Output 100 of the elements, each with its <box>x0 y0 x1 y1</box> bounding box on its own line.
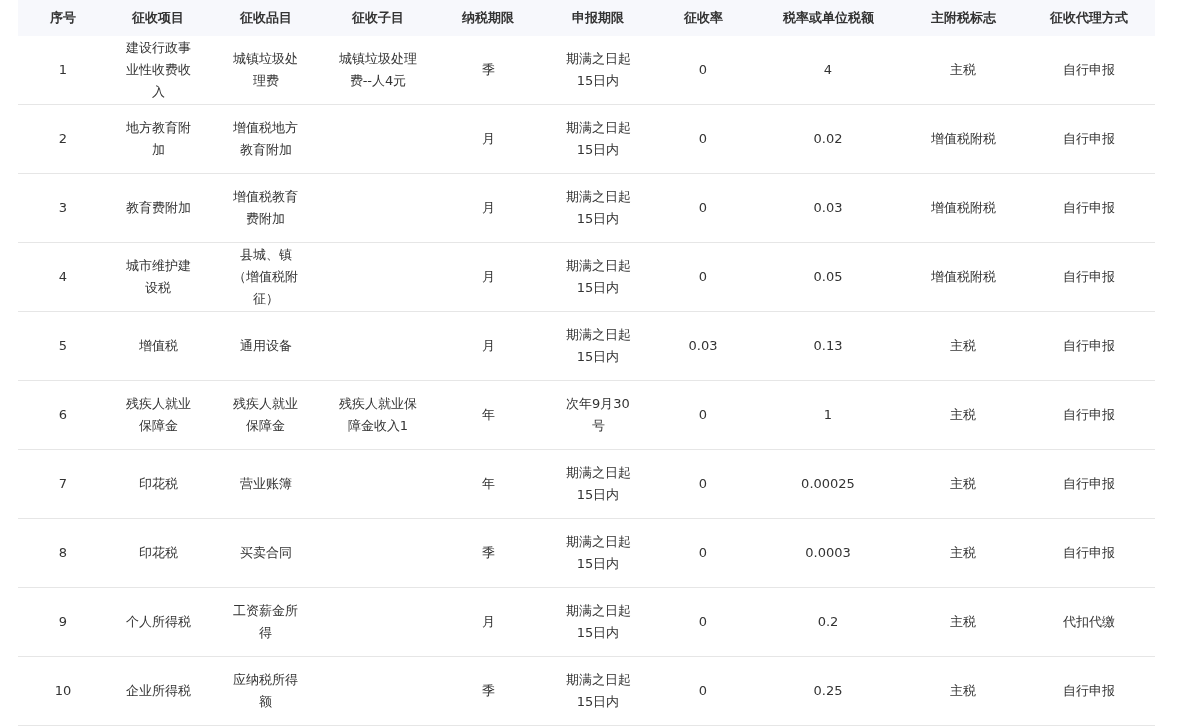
table-cell-text: 主税 <box>949 613 977 631</box>
table-cell-text: 季 <box>480 682 496 700</box>
table-cell-text: 教育费附加 <box>124 199 192 217</box>
table-cell-text: 主税 <box>949 475 977 493</box>
table-cell-text: 主税 <box>949 682 977 700</box>
table-cell-text: 残疾人就业保障金 <box>124 395 192 435</box>
table-cell-text: 期满之日起15日内 <box>564 671 632 711</box>
table-cell-text: 次年9月30号 <box>565 395 631 435</box>
table-cell-text: 残疾人就业保障金 <box>232 395 299 435</box>
table-cell-text: 季 <box>480 544 496 562</box>
table-cell-text: 月 <box>480 337 496 355</box>
table-cell-text: 通用设备 <box>238 337 293 355</box>
table-cell-text: 0.2 <box>816 613 840 631</box>
column-header: 申报期限 <box>543 0 653 36</box>
table-cell-text: 印花税 <box>137 544 179 562</box>
table-cell-text: 3 <box>57 199 69 217</box>
table-cell-text: 营业账簿 <box>238 475 293 493</box>
table-cell-text: 5 <box>57 337 69 355</box>
table-cell-text: 应纳税所得额 <box>232 671 299 711</box>
table-cell-text: 增值税教育费附加 <box>232 188 299 228</box>
table-cell-text: 期满之日起15日内 <box>564 188 632 228</box>
table-cell-text: 0 <box>697 406 709 424</box>
table-cell-text: 主税 <box>949 337 977 355</box>
table-cell-text: 自行申报 <box>1062 406 1116 424</box>
table-cell-text: 10 <box>53 682 73 700</box>
table-cell-text: 0 <box>697 613 709 631</box>
table-cell-text: 印花税 <box>137 475 179 493</box>
table-cell-text: 0.02 <box>812 130 844 148</box>
table-cell-text: 自行申报 <box>1062 130 1116 148</box>
table-cell-text: 期满之日起15日内 <box>564 602 632 642</box>
table-cell-text: 期满之日起15日内 <box>564 119 632 159</box>
table-cell-text: 增值税地方教育附加 <box>232 119 299 159</box>
table-cell-text: 企业所得税 <box>124 682 192 700</box>
table-cell-text: 年 <box>480 406 496 424</box>
column-header: 征收品目 <box>208 0 323 36</box>
column-header: 征收代理方式 <box>1023 0 1155 36</box>
column-header: 纳税期限 <box>433 0 543 36</box>
table-cell-text: 月 <box>480 199 496 217</box>
table-cell-text: 增值税 <box>137 337 179 355</box>
column-header: 征收率 <box>653 0 753 36</box>
table-cell-text: 0 <box>697 544 709 562</box>
table-cell-text: 2 <box>57 130 69 148</box>
table-cell-text: 期满之日起15日内 <box>564 464 632 504</box>
column-header: 序号 <box>18 0 108 36</box>
table-cell-text: 代扣代缴 <box>1062 613 1116 631</box>
table-cell-text: 0.03 <box>687 337 719 355</box>
table-cell-text: 主税 <box>949 61 977 79</box>
table-cell-text: 个人所得税 <box>124 613 192 631</box>
table-cell-text: 0 <box>697 475 709 493</box>
table-cell-text: 4 <box>57 268 69 286</box>
table-cell-text: 建设行政事业性收费收入 <box>124 39 192 101</box>
table-cell-text: 城镇垃圾处理费 <box>232 50 299 90</box>
table-cell-text: 月 <box>480 130 496 148</box>
table-cell-text: 自行申报 <box>1062 268 1116 286</box>
table-cell-text: 0 <box>697 682 709 700</box>
table-cell-text: 4 <box>822 61 834 79</box>
table-cell-text: 期满之日起15日内 <box>564 533 632 573</box>
table-cell-text: 0 <box>697 130 709 148</box>
table-cell-text: 0.25 <box>812 682 844 700</box>
table-cell-text: 期满之日起15日内 <box>564 50 632 90</box>
table-cell-text: 自行申报 <box>1062 199 1116 217</box>
table-cell-text: 自行申报 <box>1062 475 1116 493</box>
table-cell-text: 9 <box>57 613 69 631</box>
table-cell-text: 主税 <box>949 544 977 562</box>
table-cell-text: 城镇垃圾处理费--人4元 <box>338 50 418 90</box>
table-cell-text: 期满之日起15日内 <box>564 257 632 297</box>
table-cell-text: 县城、镇（增值税附征） <box>232 246 299 308</box>
table-cell-text: 自行申报 <box>1062 682 1116 700</box>
table-cell-text: 自行申报 <box>1062 61 1116 79</box>
table-cell-text: 年 <box>480 475 496 493</box>
table-cell-text: 8 <box>57 544 69 562</box>
table-cell-text: 0 <box>697 199 709 217</box>
column-header: 主附税标志 <box>903 0 1023 36</box>
table-cell-text: 季 <box>480 61 496 79</box>
table-cell-text: 0.05 <box>812 268 844 286</box>
table-cell-text: 主税 <box>949 406 977 424</box>
table-cell-text: 买卖合同 <box>238 544 293 562</box>
table-cell-text: 0.13 <box>812 337 844 355</box>
table-cell-text: 月 <box>480 268 496 286</box>
table-cell-text: 0.00025 <box>800 475 856 493</box>
table-cell-text: 增值税附税 <box>929 268 997 286</box>
table-cell-text: 期满之日起15日内 <box>564 326 632 366</box>
table-cell-text: 0 <box>697 268 709 286</box>
table-cell-text: 7 <box>57 475 69 493</box>
table-cell-text: 1 <box>57 61 69 79</box>
table-cell-text: 地方教育附加 <box>124 119 192 159</box>
table-cell-text: 自行申报 <box>1062 337 1116 355</box>
table-cell-text: 6 <box>57 406 69 424</box>
table-cell-text: 城市维护建设税 <box>124 257 192 297</box>
table-cell-text: 1 <box>822 406 834 424</box>
column-header: 征收子目 <box>323 0 433 36</box>
table-cell-text: 0.0003 <box>804 544 852 562</box>
table-cell-text: 增值税附税 <box>929 130 997 148</box>
table-cell-text: 0.03 <box>812 199 844 217</box>
table-cell-text: 0 <box>697 61 709 79</box>
table-cell-text: 残疾人就业保障金收入1 <box>338 395 418 435</box>
table-cell-text: 增值税附税 <box>929 199 997 217</box>
table-cell-text: 工资薪金所得 <box>232 602 299 642</box>
table-cell-text: 自行申报 <box>1062 544 1116 562</box>
column-header: 税率或单位税额 <box>753 0 903 36</box>
